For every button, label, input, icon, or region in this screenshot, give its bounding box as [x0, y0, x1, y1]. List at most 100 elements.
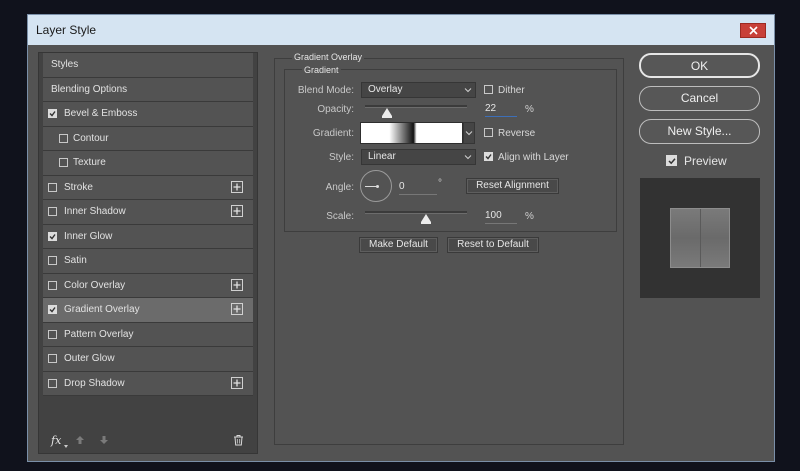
- style-row-color-overlay[interactable]: Color Overlay: [43, 273, 253, 298]
- make-default-button[interactable]: Make Default: [359, 237, 438, 253]
- style-row-styles[interactable]: Styles: [43, 53, 253, 78]
- style-row-blending-options[interactable]: Blending Options: [43, 77, 253, 102]
- style-row-label: Bevel & Emboss: [64, 108, 138, 120]
- styles-list: Styles Blending Options Bevel & Emboss Cont…: [43, 53, 253, 396]
- style-row-gradient-overlay[interactable]: Gradient Overlay: [43, 298, 253, 323]
- window-title: Layer Style: [36, 23, 97, 37]
- trash-icon[interactable]: [233, 434, 244, 449]
- style-checkbox[interactable]: [48, 207, 57, 216]
- add-instance-button[interactable]: [231, 205, 243, 217]
- chevron-down-icon: [464, 155, 472, 160]
- style-row-label: Outer Glow: [64, 353, 115, 365]
- gradient-picker-dropdown[interactable]: [463, 122, 475, 144]
- preview-label: Preview: [684, 154, 727, 168]
- style-row-label: Contour: [73, 132, 109, 144]
- opacity-slider[interactable]: [365, 105, 467, 108]
- style-row-contour[interactable]: Contour: [43, 126, 253, 151]
- style-row-outer-glow[interactable]: Outer Glow: [43, 347, 253, 372]
- checkmark-icon: [667, 157, 676, 164]
- add-instance-button[interactable]: [231, 303, 243, 315]
- plus-icon: [233, 207, 241, 215]
- new-style-button[interactable]: New Style...: [639, 119, 760, 144]
- gradient-label: Gradient:: [312, 128, 354, 139]
- chevron-down-icon: [465, 131, 473, 136]
- style-row-bevel-emboss[interactable]: Bevel & Emboss: [43, 102, 253, 127]
- style-select[interactable]: Linear: [361, 149, 476, 165]
- style-checkbox[interactable]: [48, 354, 57, 363]
- reverse-label: Reverse: [498, 128, 536, 139]
- move-up-icon[interactable]: [75, 435, 85, 448]
- add-instance-button[interactable]: [231, 180, 243, 193]
- scale-slider-thumb[interactable]: [421, 214, 432, 224]
- style-row-label: Satin: [64, 255, 87, 267]
- style-row-label: Pattern Overlay: [64, 328, 134, 340]
- style-row-label: Styles: [51, 59, 79, 71]
- style-value: Linear: [368, 151, 396, 162]
- style-checkbox[interactable]: [48, 182, 57, 192]
- align-with-layer-checkbox[interactable]: [484, 152, 493, 161]
- styles-footer: fx: [39, 431, 257, 453]
- style-row-inner-glow[interactable]: Inner Glow: [43, 224, 253, 249]
- blend-mode-label: Blend Mode:: [297, 85, 354, 96]
- style-row-label: Inner Glow: [64, 230, 113, 242]
- angle-label: Angle:: [325, 182, 354, 193]
- section-title: Gradient Overlay: [292, 52, 365, 62]
- plus-icon: [233, 305, 241, 313]
- add-instance-button[interactable]: [231, 376, 243, 389]
- angle-center-dot: [376, 185, 379, 188]
- checkmark-icon: [49, 111, 56, 117]
- style-checkbox[interactable]: [48, 109, 57, 118]
- fx-menu-arrow-icon: [64, 445, 68, 448]
- checkmark-icon: [49, 307, 56, 313]
- cancel-button[interactable]: Cancel: [639, 86, 760, 111]
- scale-input[interactable]: 100: [485, 210, 517, 224]
- preview-checkbox[interactable]: [666, 155, 677, 166]
- angle-input[interactable]: 0: [399, 181, 437, 195]
- reverse-checkbox[interactable]: [484, 128, 493, 137]
- reset-alignment-button[interactable]: Reset Alignment: [466, 178, 559, 194]
- opacity-unit: %: [525, 104, 534, 115]
- style-checkbox[interactable]: [59, 133, 68, 143]
- chevron-down-icon: [464, 88, 472, 93]
- style-row-label: Drop Shadow: [64, 377, 125, 389]
- group-title: Gradient: [302, 65, 341, 75]
- style-row-label: Stroke: [64, 181, 93, 193]
- add-instance-button[interactable]: [231, 278, 243, 291]
- style-checkbox[interactable]: [48, 280, 57, 290]
- move-down-icon[interactable]: [99, 435, 109, 448]
- dither-checkbox[interactable]: [484, 85, 493, 94]
- fx-button[interactable]: fx: [51, 434, 61, 447]
- style-row-inner-shadow[interactable]: Inner Shadow: [43, 200, 253, 225]
- opacity-label: Opacity:: [317, 104, 354, 115]
- preview-thumbnail: [640, 178, 760, 298]
- opacity-slider-thumb[interactable]: [382, 108, 393, 118]
- scale-unit: %: [525, 211, 534, 222]
- reset-to-default-button[interactable]: Reset to Default: [447, 237, 539, 253]
- dither-label: Dither: [498, 85, 525, 96]
- ok-button[interactable]: OK: [639, 53, 760, 78]
- align-with-layer-label: Align with Layer: [498, 152, 569, 163]
- style-checkbox[interactable]: [59, 158, 68, 167]
- style-row-satin[interactable]: Satin: [43, 249, 253, 274]
- style-row-label: Blending Options: [51, 83, 128, 95]
- title-bar[interactable]: Layer Style: [28, 15, 774, 45]
- style-row-stroke[interactable]: Stroke: [43, 175, 253, 200]
- style-label: Style:: [328, 152, 354, 163]
- plus-icon: [233, 281, 241, 288]
- style-row-drop-shadow[interactable]: Drop Shadow: [43, 371, 253, 396]
- opacity-input[interactable]: 22: [485, 103, 517, 117]
- checkmark-icon: [49, 233, 56, 240]
- style-row-pattern-overlay[interactable]: Pattern Overlay: [43, 322, 253, 347]
- style-checkbox[interactable]: [48, 378, 57, 388]
- close-button[interactable]: [740, 23, 766, 38]
- style-checkbox[interactable]: [48, 231, 57, 241]
- style-checkbox[interactable]: [48, 305, 57, 314]
- style-row-texture[interactable]: Texture: [43, 151, 253, 176]
- style-checkbox[interactable]: [48, 256, 57, 265]
- gradient-swatch[interactable]: [360, 122, 463, 144]
- style-checkbox[interactable]: [48, 329, 57, 339]
- angle-dial[interactable]: [360, 170, 392, 202]
- style-row-label: Texture: [73, 157, 106, 169]
- blend-mode-select[interactable]: Overlay: [361, 82, 476, 98]
- scale-slider[interactable]: [365, 211, 467, 214]
